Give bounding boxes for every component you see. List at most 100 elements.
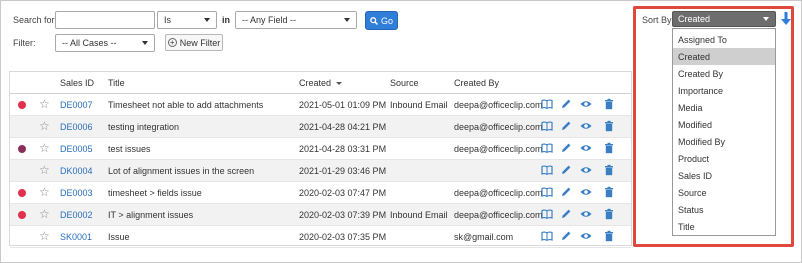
eye-icon[interactable] — [580, 208, 592, 220]
trash-icon[interactable] — [603, 164, 615, 176]
col-sales-id[interactable]: Sales ID — [60, 78, 94, 88]
table-row[interactable]: ☆ DE0006 testing integration 2021-04-28 04:… — [10, 116, 631, 138]
title-cell: timesheet > fields issue — [108, 188, 202, 198]
col-title[interactable]: Title — [108, 78, 125, 88]
created-by-cell: deepa@officeclip.com — [454, 100, 543, 110]
sales-id-link[interactable]: SK0001 — [60, 232, 92, 242]
pencil-icon[interactable] — [560, 98, 572, 110]
created-by-cell: deepa@officeclip.com — [454, 188, 543, 198]
source-cell: Inbound Email — [390, 100, 448, 110]
go-button-label: Go — [380, 15, 393, 26]
book-icon[interactable] — [541, 120, 553, 132]
trash-icon[interactable] — [603, 98, 615, 110]
title-cell: Issue — [108, 232, 130, 242]
sales-id-link[interactable]: DK0004 — [60, 166, 93, 176]
star-icon[interactable]: ☆ — [39, 230, 50, 242]
sales-id-link[interactable]: DE0005 — [60, 144, 93, 154]
created-by-cell: sk@gmail.com — [454, 232, 514, 242]
sales-id-link[interactable]: DE0007 — [60, 100, 93, 110]
star-icon[interactable]: ☆ — [39, 186, 50, 198]
book-icon[interactable] — [541, 164, 553, 176]
book-icon[interactable] — [541, 98, 553, 110]
star-icon[interactable]: ☆ — [39, 142, 50, 154]
sales-id-link[interactable]: DE0003 — [60, 188, 93, 198]
title-cell: Timesheet not able to add attachments — [108, 100, 264, 110]
table-row[interactable]: ☆ DE0002 IT > alignment issues 2020-02-03 0… — [10, 204, 631, 226]
eye-icon[interactable] — [580, 98, 592, 110]
status-dot — [18, 211, 26, 219]
created-cell: 2020-02-03 07:35 PM — [299, 232, 387, 242]
created-cell: 2021-01-29 03:46 PM — [299, 166, 387, 176]
chevron-down-icon — [204, 18, 210, 22]
sales-id-link[interactable]: DE0002 — [60, 210, 93, 220]
field-select[interactable]: -- Any Field -- — [235, 11, 357, 29]
created-cell: 2021-04-28 03:31 PM — [299, 144, 387, 154]
book-icon[interactable] — [541, 186, 553, 198]
source-cell: Inbound Email — [390, 210, 448, 220]
eye-icon[interactable] — [580, 164, 592, 176]
trash-icon[interactable] — [603, 186, 615, 198]
plus-icon: + — [167, 38, 177, 47]
eye-icon[interactable] — [580, 230, 592, 242]
chevron-down-icon — [344, 18, 350, 22]
title-cell: test issues — [108, 144, 151, 154]
sort-desc-icon — [336, 82, 343, 85]
trash-icon[interactable] — [603, 120, 615, 132]
table-row[interactable]: ☆ SK0001 Issue 2020-02-03 07:35 PM sk@gmail.… — [10, 226, 631, 248]
search-icon — [370, 16, 378, 25]
in-label: in — [222, 15, 230, 25]
col-created[interactable]: Created — [299, 78, 343, 88]
table-row[interactable]: ☆ DK0004 Lot of alignment issues in the sc… — [10, 160, 631, 182]
col-created-by[interactable]: Created By — [454, 78, 499, 88]
created-by-cell: deepa@officeclip.com — [454, 144, 543, 154]
status-dot — [18, 101, 26, 109]
pencil-icon[interactable] — [560, 120, 572, 132]
pencil-icon[interactable] — [560, 230, 572, 242]
new-filter-label: New Filter — [179, 37, 221, 48]
trash-icon[interactable] — [603, 142, 615, 154]
book-icon[interactable] — [541, 230, 553, 242]
operator-select-value: Is — [164, 15, 172, 25]
title-cell: Lot of alignment issues in the screen — [108, 166, 255, 176]
new-filter-button[interactable]: + New Filter — [165, 34, 223, 51]
star-icon[interactable]: ☆ — [39, 98, 50, 110]
cases-table: Sales ID Title Created Source Created By… — [9, 71, 632, 248]
filter-select[interactable]: -- All Cases -- — [55, 34, 155, 52]
search-label: Search for: — [13, 15, 58, 25]
chevron-down-icon — [142, 41, 148, 45]
table-row[interactable]: ☆ DE0005 test issues 2021-04-28 03:31 PM dee… — [10, 138, 631, 160]
book-icon[interactable] — [541, 142, 553, 154]
star-icon[interactable]: ☆ — [39, 208, 50, 220]
created-cell: 2020-02-03 07:39 PM — [299, 210, 387, 220]
field-select-value: -- Any Field -- — [242, 15, 297, 25]
star-icon[interactable]: ☆ — [39, 164, 50, 176]
title-cell: IT > alignment issues — [108, 210, 194, 220]
pencil-icon[interactable] — [560, 164, 572, 176]
search-input[interactable] — [55, 11, 155, 29]
col-source[interactable]: Source — [390, 78, 419, 88]
created-by-cell: deepa@officeclip.com — [454, 122, 543, 132]
title-cell: testing integration — [108, 122, 180, 132]
table-row[interactable]: ☆ DE0003 timesheet > fields issue 2020-02-0… — [10, 182, 631, 204]
created-cell: 2021-04-28 04:21 PM — [299, 122, 387, 132]
sales-id-link[interactable]: DE0006 — [60, 122, 93, 132]
trash-icon[interactable] — [603, 208, 615, 220]
pencil-icon[interactable] — [560, 208, 572, 220]
eye-icon[interactable] — [580, 120, 592, 132]
eye-icon[interactable] — [580, 186, 592, 198]
eye-icon[interactable] — [580, 142, 592, 154]
created-cell: 2020-02-03 07:47 PM — [299, 188, 387, 198]
trash-icon[interactable] — [603, 230, 615, 242]
star-icon[interactable]: ☆ — [39, 120, 50, 132]
book-icon[interactable] — [541, 208, 553, 220]
created-cell: 2021-05-01 01:09 PM — [299, 100, 387, 110]
pencil-icon[interactable] — [560, 142, 572, 154]
filter-label: Filter: — [13, 38, 36, 48]
table-row[interactable]: ☆ DE0007 Timesheet not able to add attachm… — [10, 94, 631, 116]
pencil-icon[interactable] — [560, 186, 572, 198]
status-dot — [18, 145, 26, 153]
col-created-label: Created — [299, 78, 332, 88]
created-by-cell: deepa@officeclip.com — [454, 210, 543, 220]
go-button[interactable]: Go — [365, 11, 398, 30]
operator-select[interactable]: Is — [157, 11, 217, 29]
